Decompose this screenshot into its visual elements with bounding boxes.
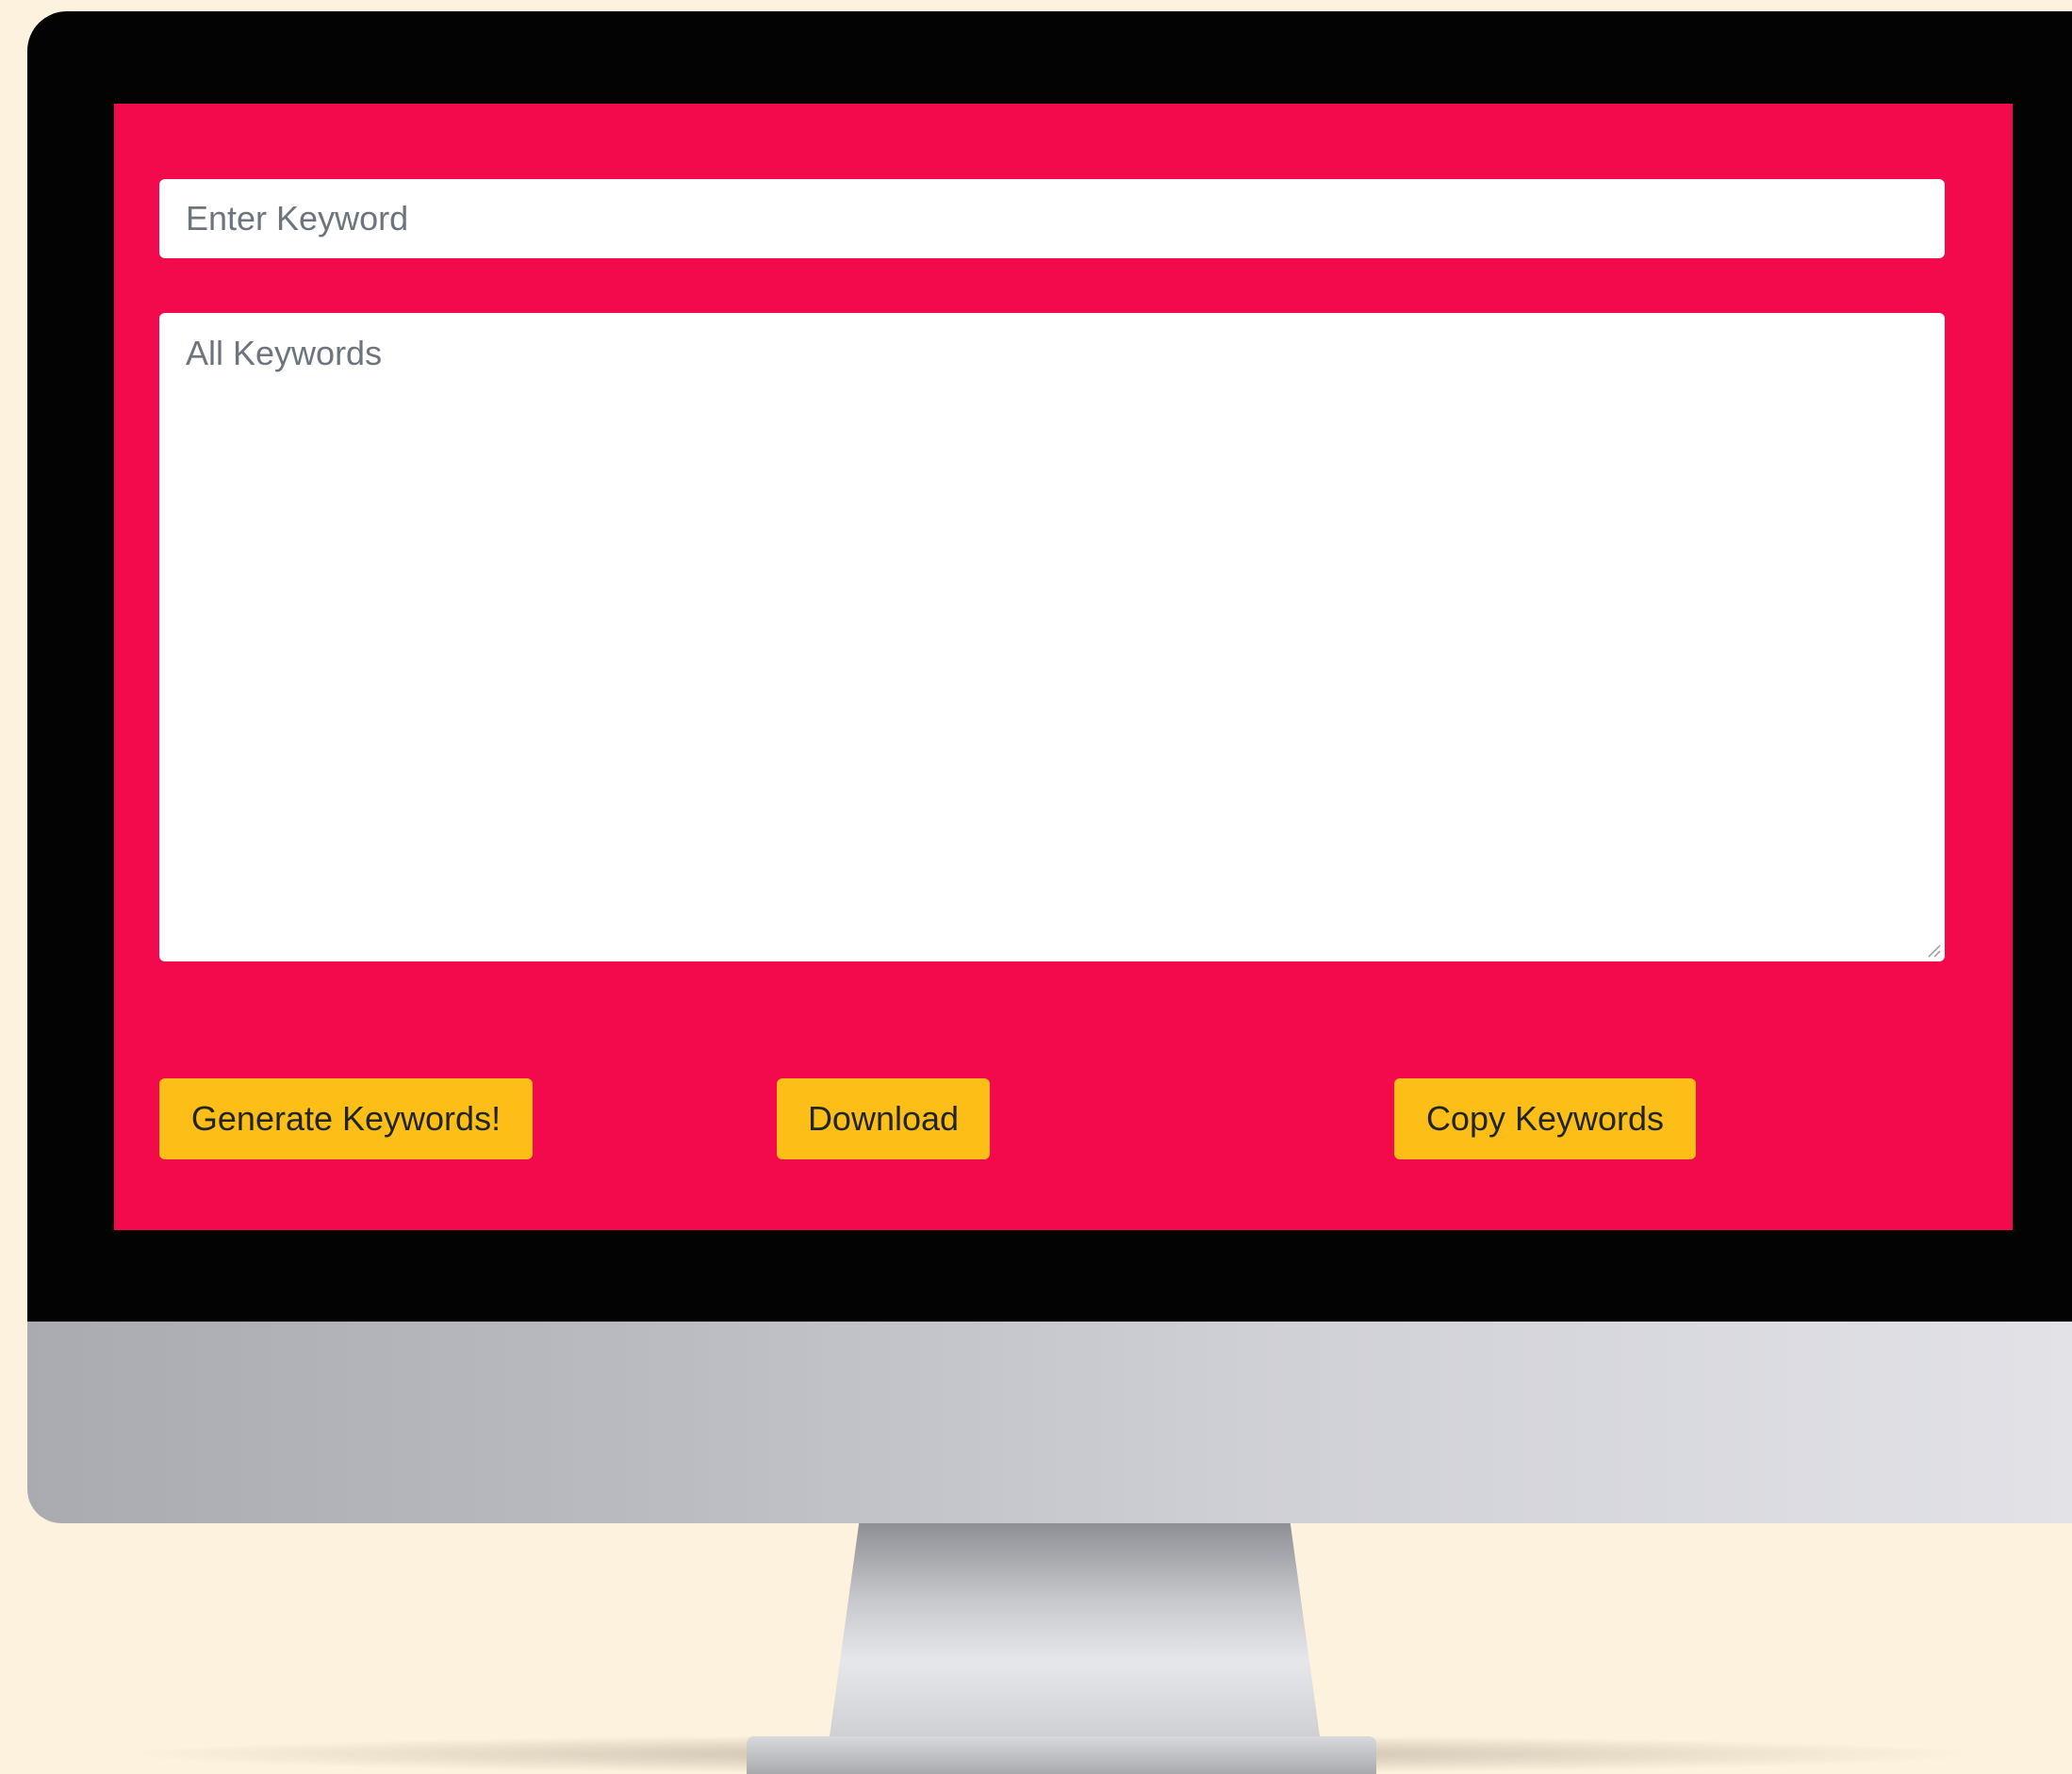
monitor-stand-neck: [830, 1523, 1320, 1736]
monitor-chin: [27, 1322, 2072, 1523]
monitor-frame: Generate Keywords! Download Copy Keyword…: [27, 11, 2072, 1523]
app-screen: Generate Keywords! Download Copy Keyword…: [114, 104, 2013, 1230]
monitor-bezel: Generate Keywords! Download Copy Keyword…: [27, 11, 2072, 1322]
generate-keywords-button[interactable]: Generate Keywords!: [159, 1078, 533, 1159]
download-button[interactable]: Download: [777, 1078, 990, 1159]
resize-grip-icon[interactable]: [1926, 943, 1941, 958]
copy-keywords-button[interactable]: Copy Keywords: [1394, 1078, 1696, 1159]
keyword-input[interactable]: [159, 179, 1945, 258]
keywords-textarea[interactable]: [159, 313, 1945, 961]
monitor-stand-foot: [747, 1736, 1376, 1774]
